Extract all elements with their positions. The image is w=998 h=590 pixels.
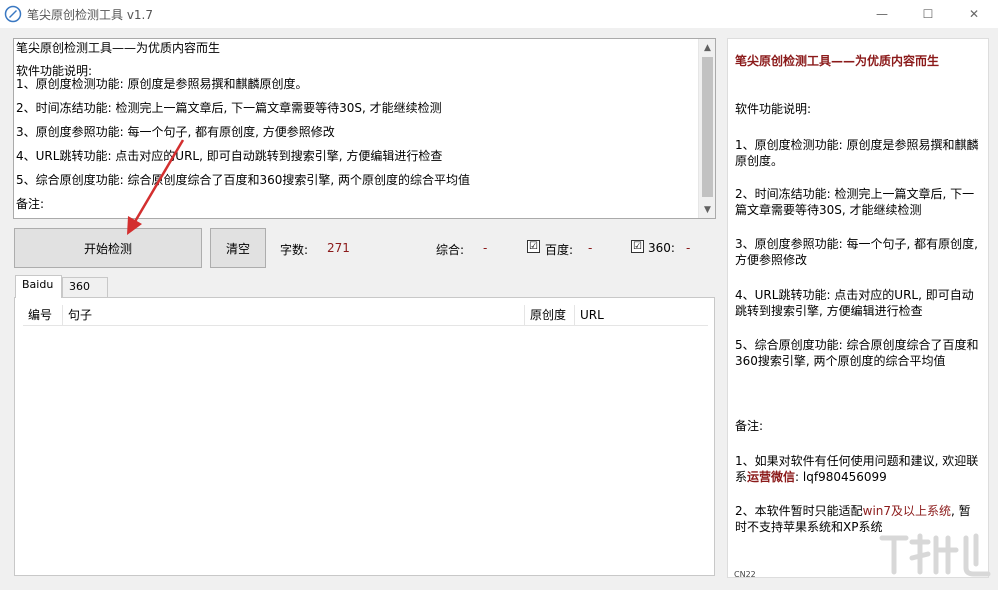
scroll-down-icon[interactable]: ▼	[699, 201, 715, 218]
textarea-line: 3、原创度参照功能: 每一个句子, 都有原创度, 方便参照修改	[16, 125, 335, 139]
column-header-originality[interactable]: 原创度	[525, 305, 575, 326]
results-panel: 编号 句子 原创度 URL	[14, 297, 715, 576]
info-title: 笔尖原创检测工具——为优质内容而生	[735, 54, 940, 68]
textarea-line: 4、URL跳转功能: 点击对应的URL, 即可自动跳转到搜索引擎, 方便编辑进行…	[16, 149, 443, 163]
scrollbar-thumb[interactable]	[702, 57, 713, 197]
char-count-label: 字数:	[280, 243, 309, 257]
tab-baidu[interactable]: Baidu	[15, 275, 62, 298]
app-logo-icon	[4, 5, 22, 23]
textarea-line: 备注:	[16, 197, 45, 211]
start-detect-button[interactable]: 开始检测	[14, 228, 202, 268]
info-item: 4、URL跳转功能: 点击对应的URL, 即可自动跳转到搜索引擎, 方便编辑进行…	[735, 288, 974, 318]
note-compat-prefix: 2、本软件暂时只能适配	[735, 504, 863, 518]
char-count-value: 271	[327, 241, 350, 255]
textarea-line: 2、时间冻结功能: 检测完上一篇文章后, 下一篇文章需要等待30S, 才能继续检…	[16, 101, 442, 115]
note-contact-suffix: : lqf980456099	[795, 470, 887, 484]
baidu-label: 百度:	[545, 243, 574, 257]
textarea-scrollbar[interactable]: ▲ ▼	[698, 39, 715, 218]
s360-checkbox[interactable]: ☑	[631, 240, 644, 253]
maximize-button[interactable]: ☐	[905, 0, 951, 28]
title-bar: 笔尖原创检测工具 v1.7 — ☐ ✕	[0, 0, 998, 28]
column-header-url[interactable]: URL	[575, 305, 708, 326]
note-contact-highlight: 运营微信	[747, 470, 796, 484]
info-item: 1、原创度检测功能: 原创度是参照易撰和麒麟原创度。	[735, 138, 979, 168]
input-textarea[interactable]: 笔尖原创检测工具——为优质内容而生 软件功能说明: 1、原创度检测功能: 原创度…	[13, 38, 716, 219]
watermark-logo-icon	[879, 533, 991, 577]
ime-indicator: CN22	[734, 570, 756, 578]
overall-label: 综合:	[436, 243, 465, 257]
info-item: 5、综合原创度功能: 综合原创度综合了百度和360搜索引擎, 两个原创度的综合平…	[735, 338, 979, 368]
info-panel: 笔尖原创检测工具——为优质内容而生 软件功能说明: 1、原创度检测功能: 原创度…	[727, 38, 989, 578]
window-title: 笔尖原创检测工具 v1.7	[27, 8, 154, 22]
clear-button[interactable]: 清空	[210, 228, 266, 268]
textarea-line: 5、综合原创度功能: 综合原创度综合了百度和360搜索引擎, 两个原创度的综合平…	[16, 173, 471, 187]
overall-value: -	[483, 241, 488, 255]
scroll-up-icon[interactable]: ▲	[699, 39, 715, 56]
column-header-id[interactable]: 编号	[23, 305, 63, 326]
results-table[interactable]: 编号 句子 原创度 URL	[23, 305, 708, 569]
baidu-value: -	[588, 241, 593, 255]
note-contact: 1、如果对软件有任何使用问题和建议, 欢迎联系运营微信: lqf98045609…	[735, 453, 981, 485]
table-header: 编号 句子 原创度 URL	[23, 305, 708, 326]
tab-360[interactable]: 360	[62, 277, 108, 297]
info-heading: 软件功能说明:	[735, 102, 812, 116]
textarea-line: 软件功能说明:	[16, 64, 93, 78]
s360-value: -	[686, 241, 691, 255]
close-button[interactable]: ✕	[951, 0, 997, 28]
textarea-line: 1、原创度检测功能: 原创度是参照易撰和麒麟原创度。	[16, 77, 308, 91]
s360-label: 360:	[648, 241, 675, 255]
info-item: 3、原创度参照功能: 每一个句子, 都有原创度, 方便参照修改	[735, 237, 978, 267]
info-item: 2、时间冻结功能: 检测完上一篇文章后, 下一篇文章需要等待30S, 才能继续检…	[735, 187, 975, 217]
column-header-sentence[interactable]: 句子	[63, 305, 525, 326]
note-heading: 备注:	[735, 419, 764, 433]
textarea-line: 笔尖原创检测工具——为优质内容而生	[16, 41, 221, 55]
minimize-button[interactable]: —	[859, 0, 905, 28]
baidu-checkbox[interactable]: ☑	[527, 240, 540, 253]
note-compat-highlight: win7及以上系统	[862, 504, 952, 518]
